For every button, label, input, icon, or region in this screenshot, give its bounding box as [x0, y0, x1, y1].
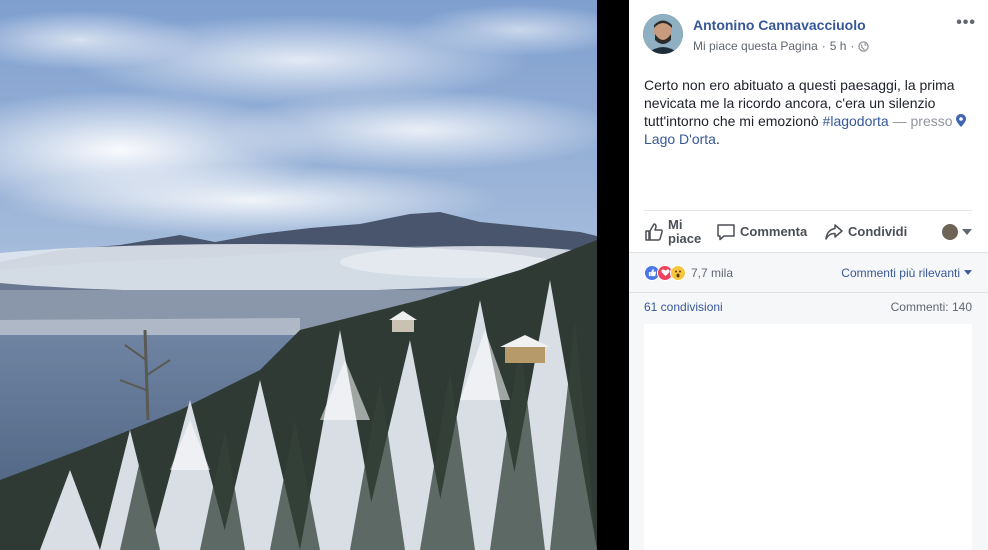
post-photo[interactable]	[0, 0, 597, 550]
chevron-down-icon	[962, 228, 972, 235]
place-link[interactable]: Lago D'orta	[644, 131, 716, 147]
globe-icon	[858, 40, 870, 52]
wow-reaction-icon	[670, 264, 686, 281]
post-meta: Mi piace questa Pagina · 5 h ·	[693, 39, 956, 53]
comment-count: Commenti: 140	[890, 299, 972, 314]
share-button[interactable]: Condividi	[824, 223, 936, 241]
reaction-count[interactable]: 7,7 mila	[691, 266, 733, 280]
sort-label: Commenti più rilevanti	[841, 265, 960, 280]
author-avatar[interactable]	[643, 14, 683, 54]
hashtag-link[interactable]: #lagodorta	[823, 113, 889, 129]
comments-list	[644, 324, 972, 550]
reaction-icons[interactable]	[644, 264, 686, 281]
post-sidebar: Antonino Cannavacciuolo Mi piace questa …	[629, 0, 988, 550]
post-header: Antonino Cannavacciuolo Mi piace questa …	[629, 0, 988, 62]
comment-icon	[717, 223, 735, 240]
post-as-selector[interactable]	[942, 223, 972, 240]
comment-sort-dropdown[interactable]: Commenti più rilevanti	[841, 266, 972, 280]
like-page-link[interactable]: Mi piace questa Pagina	[693, 39, 818, 53]
meta-separator: ·	[821, 39, 826, 53]
author-name[interactable]: Antonino Cannavacciuolo	[693, 17, 956, 33]
share-count[interactable]: 61 condivisioni	[644, 300, 723, 314]
stats-bar: 61 condivisioni Commenti: 140	[629, 292, 988, 320]
thumbs-up-icon	[645, 222, 663, 241]
post-body: Certo non ero abituato a questi paesaggi…	[629, 62, 988, 210]
location-pin-icon	[956, 114, 967, 127]
reactions-bar: 7,7 mila Commenti più rilevanti	[629, 252, 988, 292]
action-bar: Mi piace Commenta Condividi	[644, 210, 972, 252]
like-label-1: Mi	[668, 216, 683, 232]
comment-label: Commenta	[740, 224, 808, 239]
sort-chevron-icon	[964, 270, 972, 275]
comment-button[interactable]: Commenta	[716, 223, 824, 241]
meta-separator-2: ·	[850, 39, 855, 53]
post-time[interactable]: 5 h	[830, 39, 847, 53]
photo-viewer: Antonino Cannavacciuolo Mi piace questa …	[0, 0, 988, 550]
text-period: .	[715, 131, 720, 147]
viewer-avatar	[942, 223, 958, 240]
like-label-2: piace	[668, 230, 702, 246]
location-separator: — presso	[888, 113, 957, 129]
share-icon	[825, 223, 843, 240]
landscape-photo	[0, 0, 597, 550]
more-options-button[interactable]: •••	[956, 14, 976, 32]
viewer-divider	[597, 0, 629, 550]
comments-area	[629, 320, 988, 550]
like-button[interactable]: Mi piace	[644, 216, 716, 246]
avatar-image	[643, 14, 683, 54]
share-label: Condividi	[848, 224, 908, 239]
